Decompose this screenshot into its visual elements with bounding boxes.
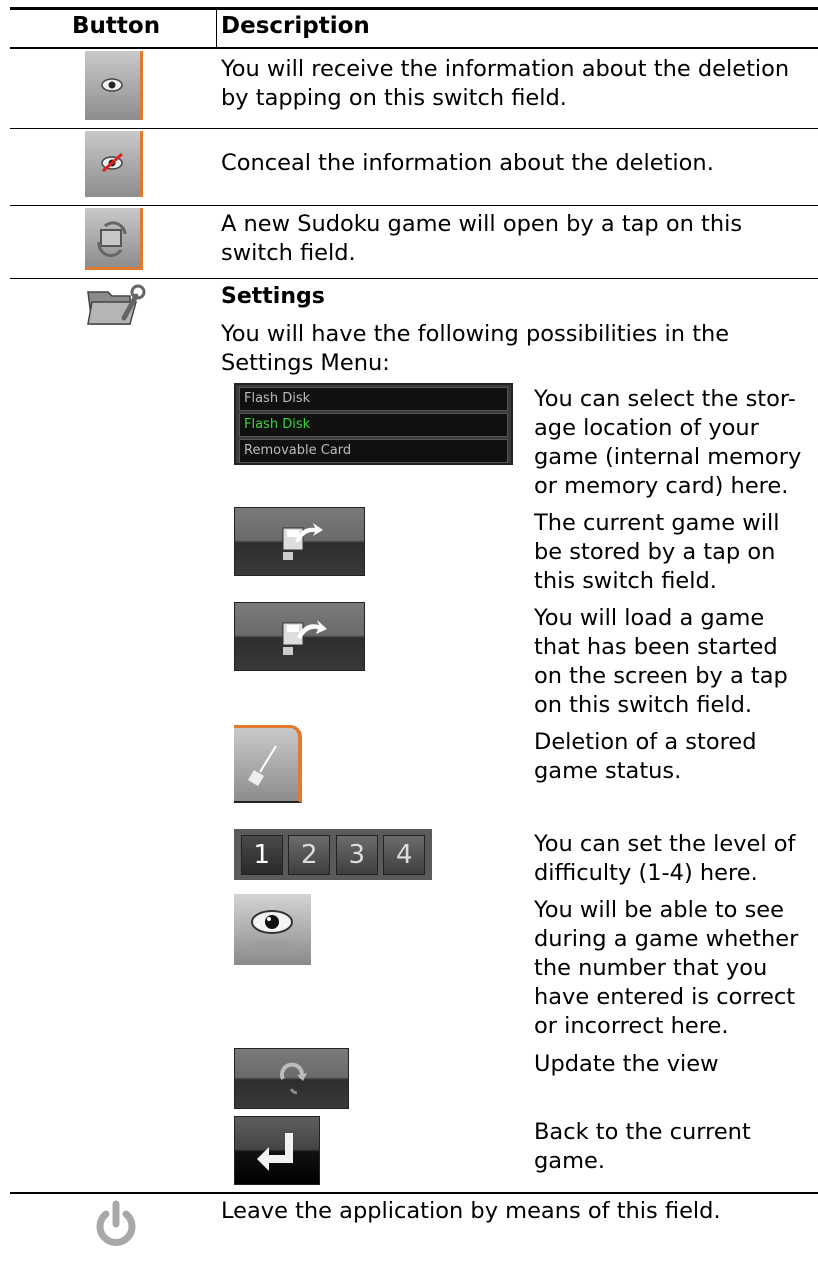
eye-icon (85, 51, 143, 120)
table-top-rule (10, 7, 818, 10)
level-button: 4 (383, 834, 426, 875)
refresh-icon (234, 1048, 349, 1109)
new-game-icon (85, 208, 143, 270)
row-description: You will receive the information about t… (221, 56, 790, 111)
header-description: Description (221, 13, 370, 39)
dropdown-option: Flash Disk (239, 387, 508, 411)
row-description: Conceal the information about the deleti… (221, 150, 714, 176)
header-divider (216, 8, 217, 48)
row-description: You will have the following possibilitie… (221, 321, 730, 376)
level-selector: 1 2 3 4 (234, 829, 432, 880)
row-rule (10, 205, 818, 206)
row-rule (10, 128, 818, 129)
level-button: 1 (240, 834, 283, 875)
settings-item-description: You can select the stor-age location of … (534, 386, 802, 499)
settings-item-description: You will be able to see during a game wh… (534, 897, 799, 1039)
save-game-icon (234, 507, 365, 576)
header-bottom-rule (10, 47, 818, 49)
storage-dropdown: Flash Disk Flash Disk Removable Card (234, 383, 513, 465)
load-game-icon (234, 602, 365, 671)
row-rule (10, 1192, 818, 1194)
settings-item-description: Back to the current game. (534, 1119, 751, 1174)
row-description: Leave the application by means of this f… (221, 1198, 721, 1224)
level-button: 2 (288, 834, 331, 875)
settings-item-description: Update the view (534, 1051, 719, 1077)
settings-item-description: Deletion of a stored game status. (534, 729, 757, 784)
row-rule (10, 278, 818, 279)
settings-title: Settings (221, 284, 325, 309)
power-icon (92, 1198, 140, 1258)
eye-icon (234, 894, 311, 965)
settings-item-description: You will load a game that has been start… (534, 605, 788, 718)
folder-wrench-icon (86, 282, 146, 334)
row-description: A new Sudoku game will open by a tap on … (221, 211, 743, 266)
back-arrow-icon (234, 1116, 320, 1185)
broom-icon (234, 725, 302, 803)
level-button: 3 (335, 834, 378, 875)
header-button: Button (72, 13, 161, 39)
dropdown-option: Removable Card (239, 439, 508, 463)
settings-item-description: You can set the level of difficulty (1-4… (534, 831, 796, 886)
dropdown-option-selected: Flash Disk (239, 413, 508, 437)
settings-item-description: The current game will be stored by a tap… (534, 510, 780, 594)
eye-crossed-icon (85, 131, 143, 197)
